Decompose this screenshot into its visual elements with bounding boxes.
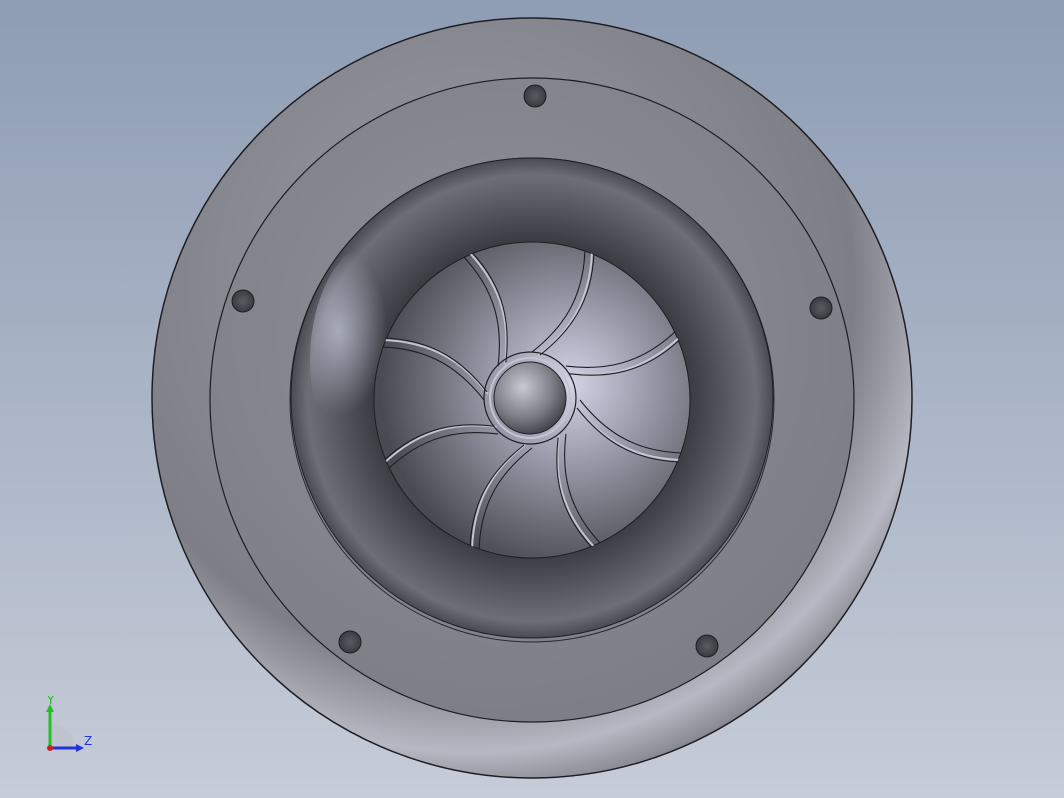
bolt-hole [809, 296, 833, 320]
z-axis-arrow-icon [76, 744, 84, 752]
hub-cap [493, 361, 567, 435]
x-axis-icon [47, 745, 53, 751]
z-axis-label: Z [84, 734, 92, 748]
bolt-hole [338, 630, 362, 654]
bolt-hole [231, 289, 255, 313]
triad-plane-icon [50, 724, 78, 748]
bolt-hole [523, 84, 547, 108]
graphics-viewport[interactable]: Y Z [0, 0, 1064, 798]
bolt-hole [695, 634, 719, 658]
y-axis-label: Y [46, 696, 55, 707]
view-orientation-triad-icon[interactable]: Y Z [38, 696, 108, 756]
fan-housing-model[interactable] [0, 0, 1064, 798]
